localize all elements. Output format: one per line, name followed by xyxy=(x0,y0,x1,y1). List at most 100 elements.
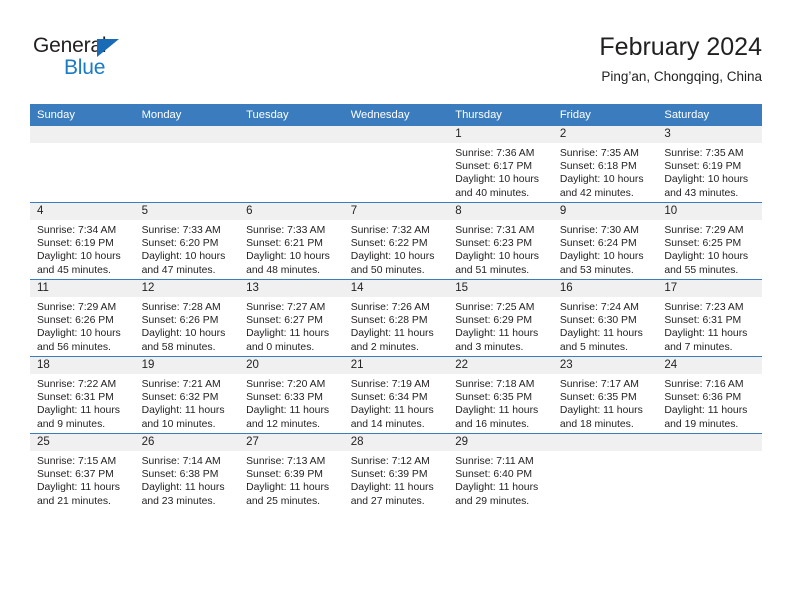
calendar-day-cell[interactable]: 5 Sunrise: 7:33 AM Sunset: 6:20 PM Daylight… xyxy=(134,202,240,280)
daylight-text-line1: Daylight: 10 hours xyxy=(350,251,435,263)
calendar-day-cell[interactable]: 1 Sunrise: 7:36 AM Sunset: 6:17 PM Daylight… xyxy=(448,126,553,203)
weekday-header-friday: Friday xyxy=(552,104,658,126)
day-details: Sunrise: 7:29 AM Sunset: 6:26 PM Daylight:… xyxy=(30,297,135,354)
calendar-day-cell[interactable]: 22 Sunrise: 7:18 AM Sunset: 6:35 PM Dayligh… xyxy=(448,356,553,434)
calendar-day-cell[interactable]: 8 Sunrise: 7:31 AM Sunset: 6:23 PM Daylight… xyxy=(448,202,553,280)
sunset-text: Sunset: 6:31 PM xyxy=(664,315,742,327)
daylight-text-line2: and 3 minutes. xyxy=(455,341,524,353)
calendar-day-cell[interactable]: 26 Sunrise: 7:14 AM Sunset: 6:38 PM Dayligh… xyxy=(134,433,240,510)
sunrise-text: Sunrise: 7:35 AM xyxy=(664,148,744,159)
sunrise-text: Sunrise: 7:11 AM xyxy=(455,456,534,467)
daylight-text-line2: and 40 minutes. xyxy=(455,187,530,199)
calendar-week-row: 25 Sunrise: 7:15 AM Sunset: 6:37 PM Dayligh… xyxy=(30,433,762,510)
calendar-day-cell[interactable]: 17 Sunrise: 7:23 AM Sunset: 6:31 PM Dayligh… xyxy=(657,279,762,357)
calendar-day-cell[interactable]: 14 Sunrise: 7:26 AM Sunset: 6:28 PM Dayligh… xyxy=(343,279,449,357)
daylight-text-line2: and 42 minutes. xyxy=(559,187,634,199)
calendar-day-cell[interactable]: 16 Sunrise: 7:24 AM Sunset: 6:30 PM Dayligh… xyxy=(552,279,658,357)
day-details: Sunrise: 7:26 AM Sunset: 6:28 PM Daylight:… xyxy=(344,297,449,354)
calendar-day-cell[interactable]: 2 Sunrise: 7:35 AM Sunset: 6:18 PM Daylight… xyxy=(552,126,658,203)
title-block: February 2024 Ping’an, Chongqing, China xyxy=(599,32,762,85)
calendar-page: General Blue February 2024 Ping’an, Chon… xyxy=(0,0,792,612)
calendar-day-cell[interactable]: 15 Sunrise: 7:25 AM Sunset: 6:29 PM Dayligh… xyxy=(448,279,553,357)
day-number: 14 xyxy=(343,280,449,297)
daylight-text-line1: Daylight: 10 hours xyxy=(664,174,749,186)
calendar-day-cell[interactable]: 6 Sunrise: 7:33 AM Sunset: 6:21 PM Daylight… xyxy=(239,202,344,280)
sunset-text: Sunset: 6:38 PM xyxy=(141,469,219,481)
day-number: 7 xyxy=(343,203,449,220)
sunrise-text: Sunrise: 7:30 AM xyxy=(559,225,639,236)
daylight-text-line1: Daylight: 11 hours xyxy=(455,405,539,417)
sunset-text: Sunset: 6:39 PM xyxy=(246,469,323,481)
sunrise-text: Sunrise: 7:14 AM xyxy=(141,456,221,467)
daylight-text-line2: and 51 minutes. xyxy=(455,264,530,276)
daylight-text-line2: and 25 minutes. xyxy=(246,495,321,507)
day-number: 22 xyxy=(448,357,553,374)
calendar-day-cell[interactable]: 24 Sunrise: 7:16 AM Sunset: 6:36 PM Dayligh… xyxy=(657,356,762,434)
daylight-text-line1: Daylight: 10 hours xyxy=(246,251,330,263)
page-title: February 2024 xyxy=(599,33,762,61)
calendar-day-cell[interactable]: 11 Sunrise: 7:29 AM Sunset: 6:26 PM Dayligh… xyxy=(30,279,135,357)
calendar-day-cell[interactable]: 3 Sunrise: 7:35 AM Sunset: 6:19 PM Daylight… xyxy=(657,126,762,203)
daylight-text-line2: and 50 minutes. xyxy=(350,264,425,276)
calendar-day-cell[interactable]: 29 Sunrise: 7:11 AM Sunset: 6:40 PM Dayligh… xyxy=(448,433,553,510)
calendar-week-row: 1 Sunrise: 7:36 AM Sunset: 6:17 PM Daylight… xyxy=(30,126,762,203)
calendar-day-cell[interactable]: 28 Sunrise: 7:12 AM Sunset: 6:39 PM Dayligh… xyxy=(343,433,449,510)
day-details: Sunrise: 7:11 AM Sunset: 6:40 PM Daylight:… xyxy=(448,451,553,508)
calendar-header-row: Sunday Monday Tuesday Wednesday Thursday… xyxy=(30,104,762,126)
calendar-day-cell[interactable]: 20 Sunrise: 7:20 AM Sunset: 6:33 PM Dayligh… xyxy=(239,356,344,434)
day-number: 25 xyxy=(30,434,135,451)
calendar-day-cell[interactable]: 21 Sunrise: 7:19 AM Sunset: 6:34 PM Dayligh… xyxy=(343,356,449,434)
day-details: Sunrise: 7:12 AM Sunset: 6:39 PM Daylight:… xyxy=(344,451,449,508)
daylight-text-line2: and 0 minutes. xyxy=(246,341,315,353)
day-number: 20 xyxy=(239,357,344,374)
weekday-header-monday: Monday xyxy=(134,104,240,126)
daylight-text-line2: and 53 minutes. xyxy=(559,264,634,276)
calendar-day-cell[interactable]: 7 Sunrise: 7:32 AM Sunset: 6:22 PM Daylight… xyxy=(343,202,449,280)
daylight-text-line2: and 12 minutes. xyxy=(246,418,321,430)
sunrise-text: Sunrise: 7:31 AM xyxy=(455,225,535,236)
calendar-day-cell[interactable]: 9 Sunrise: 7:30 AM Sunset: 6:24 PM Daylight… xyxy=(552,202,658,280)
day-details: Sunrise: 7:25 AM Sunset: 6:29 PM Daylight:… xyxy=(448,297,553,354)
calendar-day-cell[interactable]: 10 Sunrise: 7:29 AM Sunset: 6:25 PM Dayligh… xyxy=(657,202,762,280)
day-details: Sunrise: 7:21 AM Sunset: 6:32 PM Daylight:… xyxy=(135,374,240,431)
calendar-cell-empty xyxy=(30,126,135,203)
calendar-day-cell[interactable]: 18 Sunrise: 7:22 AM Sunset: 6:31 PM Dayligh… xyxy=(30,356,135,434)
day-number: 27 xyxy=(239,434,344,451)
daylight-text-line1: Daylight: 11 hours xyxy=(141,482,225,494)
daylight-text-line2: and 16 minutes. xyxy=(455,418,530,430)
sunset-text: Sunset: 6:20 PM xyxy=(141,238,219,250)
day-details: Sunrise: 7:20 AM Sunset: 6:33 PM Daylight:… xyxy=(239,374,344,431)
calendar-day-cell[interactable]: 4 Sunrise: 7:34 AM Sunset: 6:19 PM Daylight… xyxy=(30,202,135,280)
daylight-text-line2: and 18 minutes. xyxy=(559,418,634,430)
calendar-day-cell[interactable]: 27 Sunrise: 7:13 AM Sunset: 6:39 PM Dayligh… xyxy=(239,433,344,510)
calendar-day-cell[interactable]: 12 Sunrise: 7:28 AM Sunset: 6:26 PM Dayligh… xyxy=(134,279,240,357)
day-number: 5 xyxy=(134,203,240,220)
logo-text-blue: Blue xyxy=(64,56,106,79)
day-number-empty xyxy=(239,126,344,143)
calendar-day-cell[interactable]: 25 Sunrise: 7:15 AM Sunset: 6:37 PM Dayligh… xyxy=(30,433,135,510)
day-number: 6 xyxy=(239,203,344,220)
day-details: Sunrise: 7:35 AM Sunset: 6:19 PM Daylight:… xyxy=(657,143,762,200)
day-number: 8 xyxy=(448,203,553,220)
calendar-day-cell[interactable]: 23 Sunrise: 7:17 AM Sunset: 6:35 PM Dayligh… xyxy=(552,356,658,434)
calendar-day-cell[interactable]: 19 Sunrise: 7:21 AM Sunset: 6:32 PM Dayligh… xyxy=(134,356,240,434)
logo-triangle-icon xyxy=(97,39,119,57)
page-header: General Blue February 2024 Ping’an, Chon… xyxy=(0,0,792,100)
daylight-text-line2: and 21 minutes. xyxy=(37,495,111,507)
day-details: Sunrise: 7:23 AM Sunset: 6:31 PM Daylight:… xyxy=(657,297,762,354)
calendar-day-cell[interactable]: 13 Sunrise: 7:27 AM Sunset: 6:27 PM Dayligh… xyxy=(239,279,344,357)
daylight-text-line1: Daylight: 11 hours xyxy=(246,328,330,340)
day-number: 16 xyxy=(552,280,658,297)
daylight-text-line1: Daylight: 10 hours xyxy=(455,174,539,186)
sunset-text: Sunset: 6:39 PM xyxy=(350,469,428,481)
sunrise-text: Sunrise: 7:25 AM xyxy=(455,302,535,313)
day-number: 2 xyxy=(552,126,658,143)
sunrise-text: Sunrise: 7:22 AM xyxy=(37,379,117,390)
day-details: Sunrise: 7:35 AM Sunset: 6:18 PM Daylight:… xyxy=(553,143,658,200)
day-details: Sunrise: 7:19 AM Sunset: 6:34 PM Daylight:… xyxy=(344,374,449,431)
weekday-header-thursday: Thursday xyxy=(448,104,553,126)
day-details: Sunrise: 7:17 AM Sunset: 6:35 PM Daylight:… xyxy=(553,374,658,431)
daylight-text-line1: Daylight: 11 hours xyxy=(664,405,748,417)
day-number: 18 xyxy=(30,357,135,374)
daylight-text-line2: and 7 minutes. xyxy=(664,341,733,353)
